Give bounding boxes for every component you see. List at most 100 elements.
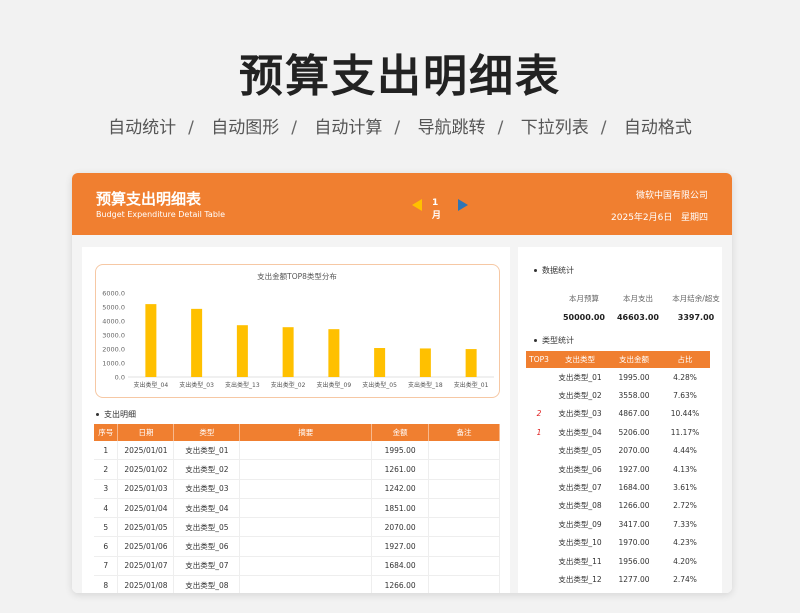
detail-cell[interactable] (428, 441, 500, 461)
chart-bar[interactable] (419, 348, 431, 377)
detail-cell[interactable]: 2025/01/04 (117, 498, 175, 519)
chart-bar[interactable] (465, 349, 477, 377)
rank-cell (526, 534, 552, 552)
detail-row: 3 2025/01/03 支出类型_03 1242.00 (94, 479, 500, 499)
chart-bar[interactable] (145, 304, 157, 377)
type-stats-table: TOP3 支出类型 支出金额 占比 支出类型_01 1995.00 4.28% 支出类… (526, 351, 710, 589)
detail-cell[interactable] (239, 459, 373, 480)
detail-cell[interactable]: 2025/01/01 (117, 441, 175, 461)
next-month-arrow-icon[interactable] (458, 199, 468, 211)
detail-section-text: 支出明细 (104, 410, 136, 419)
detail-cell[interactable] (239, 517, 373, 538)
stat-value-spent: 46603.00 (616, 313, 659, 322)
detail-cell[interactable]: 6 (94, 536, 119, 557)
detail-cell[interactable]: 7 (94, 556, 119, 577)
type-row: 支出类型_09 3417.00 7.33% (526, 515, 710, 533)
detail-cell[interactable]: 1851.00 (371, 498, 430, 519)
detail-cell[interactable] (428, 498, 500, 519)
detail-cell[interactable] (428, 536, 500, 557)
detail-cell[interactable] (428, 575, 500, 593)
type-cell: 1266.00 (618, 501, 650, 511)
types-section-text: 类型统计 (542, 336, 574, 345)
detail-cell[interactable]: 2025/01/02 (117, 459, 175, 480)
type-col-header: 支出金额 (608, 351, 660, 368)
detail-cell[interactable] (428, 479, 500, 499)
detail-cell[interactable]: 1684.00 (371, 556, 430, 577)
detail-cell[interactable] (239, 575, 373, 593)
detail-cell[interactable] (428, 556, 500, 577)
detail-cell[interactable]: 2 (94, 459, 119, 480)
detail-cell[interactable] (239, 556, 373, 577)
detail-cell[interactable]: 支出类型_02 (173, 459, 241, 480)
chart-bar[interactable] (191, 308, 203, 377)
month-label[interactable]: 1月 (432, 198, 441, 221)
stat-label-spent: 本月支出 (623, 294, 653, 303)
type-cell: 1956.00 (618, 556, 650, 566)
type-cell: 支出类型_02 (558, 391, 602, 401)
detail-cell[interactable]: 支出类型_03 (173, 479, 241, 499)
detail-section-label: 支出明细 (96, 409, 136, 420)
rank-cell: 2 (536, 409, 542, 419)
detail-cell[interactable] (428, 517, 500, 538)
detail-cell[interactable]: 1266.00 (371, 575, 430, 593)
detail-cell[interactable]: 支出类型_04 (173, 498, 241, 519)
detail-col-header: 日期 (117, 424, 175, 441)
chart-bar[interactable] (328, 329, 340, 377)
detail-col-header: 摘要 (239, 424, 373, 441)
type-row: 支出类型_07 1684.00 3.61% (526, 478, 710, 496)
chart-container[interactable]: 支出金额TOP8类型分布 0.0 1000.0 2000.0 3000.0 4000.0 5… (95, 264, 500, 398)
type-row: 支出类型_11 1956.00 4.20% (526, 552, 710, 570)
detail-cell[interactable]: 支出类型_01 (173, 441, 241, 461)
chart-bar[interactable] (236, 325, 248, 377)
detail-cell[interactable]: 8 (94, 575, 119, 593)
rank-cell (526, 570, 552, 588)
detail-cell[interactable] (428, 459, 500, 480)
rank-cell (526, 442, 552, 460)
type-row: 2 支出类型_03 4867.00 10.44% (526, 405, 710, 423)
x-tick-label: 支出类型_04 (134, 381, 169, 389)
detail-cell[interactable]: 1242.00 (371, 479, 430, 499)
type-cell: 4867.00 (618, 409, 650, 419)
card-header: 预算支出明细表 Budget Expenditure Detail Table … (72, 173, 732, 235)
type-col-header: 支出类型 (552, 351, 608, 368)
detail-cell[interactable]: 2025/01/08 (117, 575, 175, 593)
detail-cell[interactable]: 支出类型_08 (173, 575, 241, 593)
detail-cell[interactable]: 2025/01/05 (117, 517, 175, 538)
detail-cell[interactable]: 3 (94, 479, 119, 499)
detail-cell[interactable] (239, 479, 373, 499)
type-cell: 支出类型_08 (558, 501, 602, 511)
detail-cell[interactable]: 支出类型_06 (173, 536, 241, 557)
detail-cell[interactable]: 支出类型_07 (173, 556, 241, 577)
detail-cell[interactable]: 2025/01/03 (117, 479, 175, 499)
detail-cell[interactable]: 1261.00 (371, 459, 430, 480)
type-cell: 7.33% (673, 519, 697, 529)
type-row: 支出类型_06 1927.00 4.13% (526, 460, 710, 478)
type-cell: 2.74% (673, 574, 697, 584)
detail-row: 4 2025/01/04 支出类型_04 1851.00 (94, 498, 500, 519)
detail-cell[interactable]: 1927.00 (371, 536, 430, 557)
type-row: 支出类型_10 1970.00 4.23% (526, 534, 710, 552)
rank-cell (526, 497, 552, 515)
detail-cell[interactable]: 2025/01/07 (117, 556, 175, 577)
detail-cell[interactable] (239, 498, 373, 519)
chart-bar[interactable] (374, 348, 386, 377)
detail-row: 1 2025/01/01 支出类型_01 1995.00 (94, 441, 500, 461)
left-panel: 支出金额TOP8类型分布 0.0 1000.0 2000.0 3000.0 4000.0 5… (82, 247, 510, 593)
detail-cell[interactable] (239, 441, 373, 461)
detail-cell[interactable]: 5 (94, 517, 119, 538)
detail-cell[interactable]: 1995.00 (371, 441, 430, 461)
detail-cell[interactable]: 2070.00 (371, 517, 430, 538)
type-cell: 支出类型_12 (558, 574, 602, 584)
chart-bar[interactable] (282, 327, 294, 377)
detail-cell[interactable]: 2025/01/06 (117, 536, 175, 557)
detail-col-header: 金额 (371, 424, 430, 441)
rank-cell (526, 478, 552, 496)
detail-cell[interactable]: 4 (94, 498, 119, 519)
prev-month-arrow-icon[interactable] (412, 199, 422, 211)
detail-cell[interactable]: 1 (94, 441, 119, 461)
detail-cell[interactable] (239, 536, 373, 557)
type-col-header: TOP3 (526, 351, 552, 368)
date-display: 2025年2月6日 星期四 (611, 210, 708, 223)
detail-cell[interactable]: 支出类型_05 (173, 517, 241, 538)
stat-value-budget[interactable]: 50000.00 (558, 313, 610, 322)
